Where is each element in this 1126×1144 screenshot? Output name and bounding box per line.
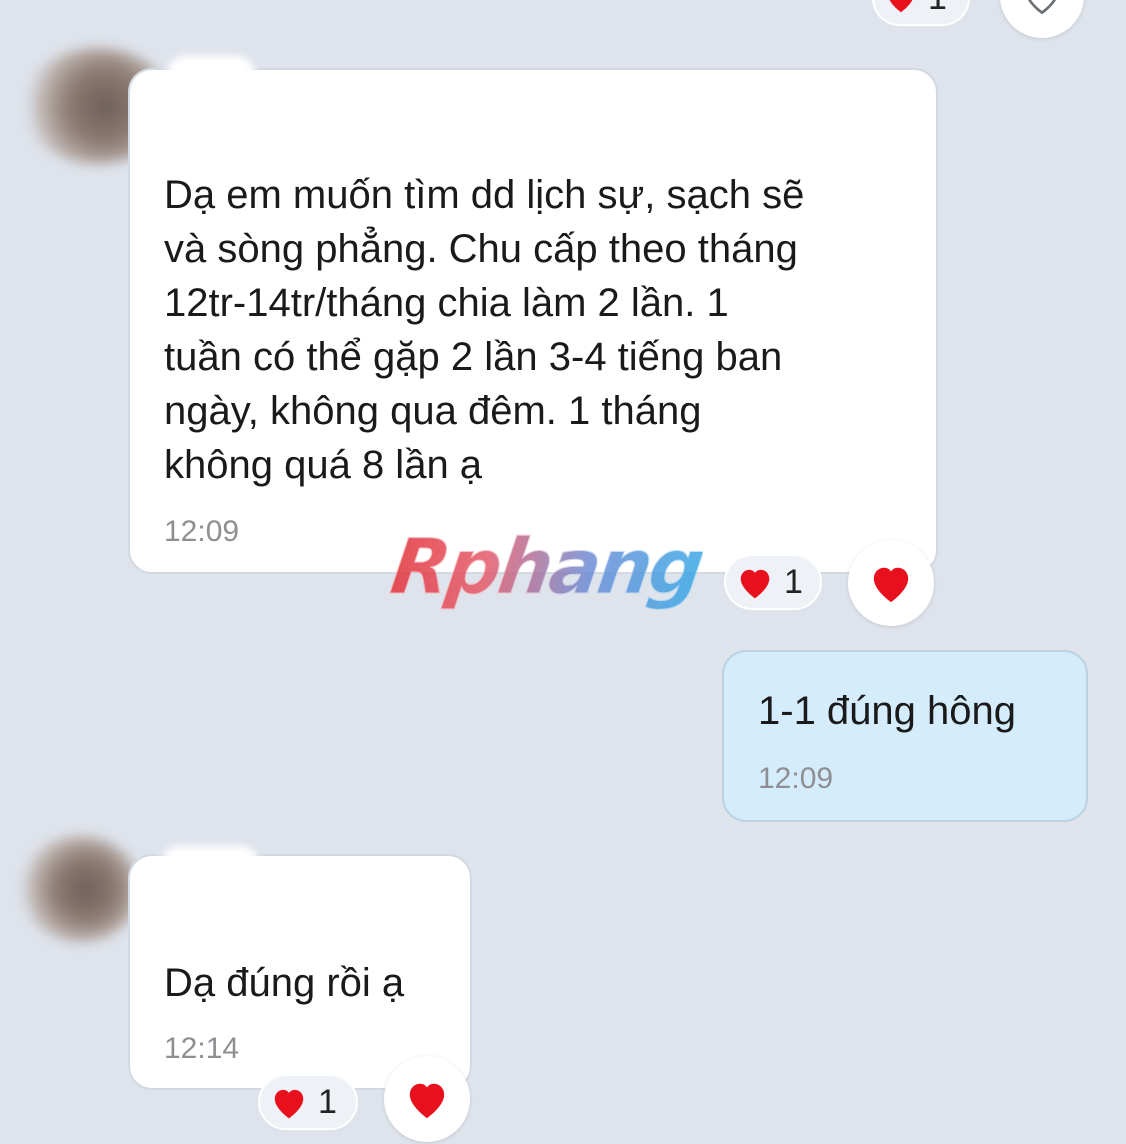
react-heart-button[interactable] [848, 540, 934, 626]
sender-name-blurred [160, 846, 260, 892]
message-text: Dạ em muốn tìm dd lịch sự, sạch sẽ và sò… [164, 173, 805, 487]
heart-icon [274, 1089, 304, 1118]
watermark-logo: Rphang [385, 522, 708, 612]
heart-icon [409, 1083, 445, 1119]
reaction-count-number: 1 [784, 562, 803, 601]
sender-avatar[interactable] [20, 836, 140, 942]
top-react-button[interactable] [1000, 0, 1084, 38]
react-heart-button[interactable] [384, 1056, 470, 1142]
message-time: 12:09 [758, 762, 834, 795]
heart-outline-icon [1028, 0, 1056, 15]
heart-icon [740, 569, 770, 598]
reaction-count-number: 1 [928, 0, 947, 18]
message-time: 12:14 [164, 1032, 240, 1065]
top-reaction-count[interactable]: 1 [872, 0, 970, 26]
heart-icon [873, 567, 909, 603]
incoming-message-bubble[interactable]: Dạ em muốn tìm dd lịch sự, sạch sẽ và sò… [128, 56, 938, 574]
reaction-count-badge[interactable]: 1 [724, 554, 822, 610]
heart-icon [889, 0, 913, 13]
incoming-message-bubble[interactable]: Dạ đúng rồi ạ 12:14 [128, 846, 472, 1090]
sender-name-blurred [166, 56, 256, 102]
reaction-count-number: 1 [318, 1082, 337, 1121]
message-time: 12:09 [164, 515, 240, 548]
outgoing-message-bubble[interactable]: 1-1 đúng hông 12:09 [722, 650, 1088, 822]
message-text: 1-1 đúng hông [758, 689, 1017, 733]
message-text: Dạ đúng rồi ạ [164, 961, 405, 1005]
reaction-count-badge[interactable]: 1 [258, 1074, 358, 1130]
